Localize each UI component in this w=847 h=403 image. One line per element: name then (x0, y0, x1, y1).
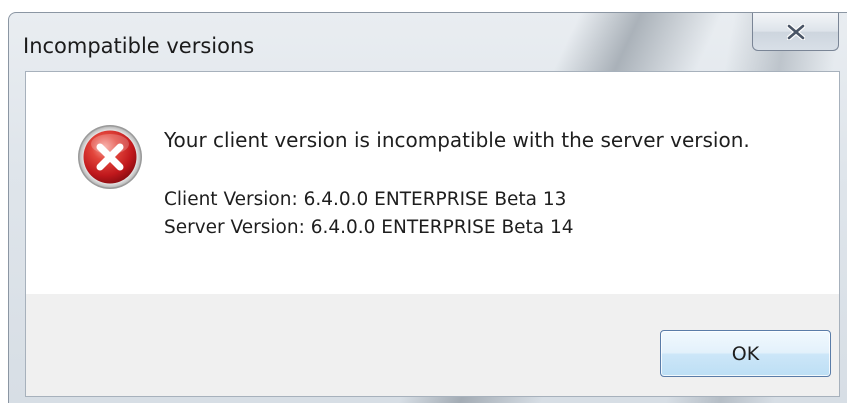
message-area: Your client version is incompatible with… (26, 72, 839, 294)
dialog-title: Incompatible versions (23, 34, 255, 58)
close-button[interactable] (752, 13, 839, 51)
close-icon (787, 24, 805, 40)
server-version-text: Server Version: 6.4.0.0 ENTERPRISE Beta … (164, 217, 574, 238)
dialog-client-area: Your client version is incompatible with… (25, 71, 840, 397)
client-version-text: Client Version: 6.4.0.0 ENTERPRISE Beta … (164, 189, 567, 210)
dialog-window: Incompatible versions Your client versio… (8, 12, 847, 403)
error-message: Your client version is incompatible with… (164, 128, 750, 152)
ok-button[interactable]: OK (660, 330, 831, 377)
error-icon (78, 125, 142, 189)
